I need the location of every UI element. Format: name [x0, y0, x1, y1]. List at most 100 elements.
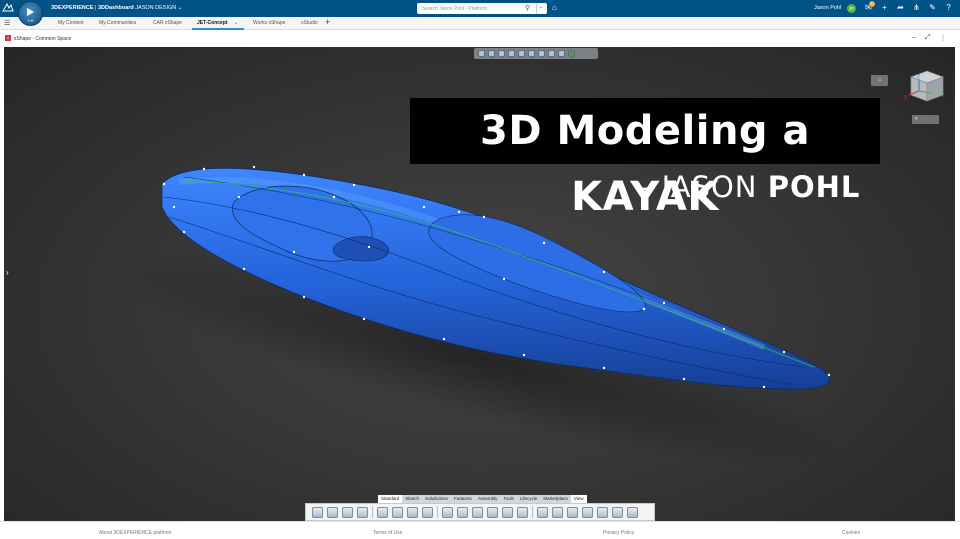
tab-car-xshape[interactable]: CAR xShape — [153, 20, 182, 26]
tools-icon[interactable]: ✎ — [928, 2, 937, 14]
save-icon[interactable] — [342, 506, 353, 518]
view-mode-icon[interactable] — [517, 506, 528, 518]
minimize-icon[interactable]: – — [912, 34, 916, 42]
display-icon[interactable] — [498, 50, 505, 57]
home-view-button[interactable]: ⌂ — [871, 75, 888, 86]
tab-assembly[interactable]: Assembly — [475, 495, 501, 503]
view-cube[interactable]: Z X Y — [904, 70, 945, 102]
compass-play-icon — [27, 8, 34, 16]
options-icon[interactable] — [558, 50, 565, 57]
camera-icon[interactable] — [548, 50, 555, 57]
present-icon[interactable] — [612, 506, 623, 518]
dashboard-name[interactable]: JASON DESIGN — [135, 5, 176, 11]
add-tab-button[interactable]: + — [325, 17, 330, 27]
cookies-link[interactable]: Cookies — [842, 530, 860, 536]
notifications-icon[interactable]: ✉ 34 — [864, 1, 876, 14]
share-icon[interactable]: ➦ — [896, 2, 905, 14]
more-options-icon[interactable]: ⋮ — [940, 34, 947, 42]
window-controls: – ⤢ ⋮ — [912, 34, 947, 42]
tab-standard[interactable]: Standard — [378, 495, 403, 503]
privacy-link[interactable]: Privacy Policy — [603, 530, 634, 536]
undo-history-icon[interactable] — [327, 506, 338, 518]
video-subtitle: - JASON POHL — [640, 170, 861, 204]
notification-badge: 34 — [869, 1, 876, 7]
redo-icon[interactable] — [422, 506, 433, 518]
tab-my-content[interactable]: My Content — [58, 20, 84, 26]
tab-jet-concept[interactable]: JET-Concept — [197, 20, 228, 26]
tab-features[interactable]: Features — [451, 495, 475, 503]
measure-icon[interactable] — [518, 50, 525, 57]
save-view-icon[interactable] — [568, 50, 575, 57]
add-icon[interactable]: + — [880, 2, 889, 14]
ambiance-icon[interactable] — [538, 50, 545, 57]
user-name[interactable]: Jason Pohl — [814, 5, 841, 11]
header-actions: ✉ 34 + ➦ ⋔ ✎ ? — [864, 1, 953, 14]
lighting-icon[interactable] — [528, 50, 535, 57]
toolbar-divider — [372, 506, 373, 518]
tab-marketplace[interactable]: Marketplace — [540, 495, 571, 503]
help-icon[interactable] — [442, 506, 453, 518]
compass-button[interactable]: V.R — [18, 1, 43, 26]
active-tab-indicator — [192, 28, 244, 30]
about-link[interactable]: About 3DEXPERIENCE platform — [99, 530, 172, 536]
dashboard-tab-bar: ☰ My Content My Communities CAR xShape J… — [0, 17, 960, 30]
search-scope-chevron-icon[interactable]: ⌄ — [539, 4, 543, 10]
ds-logo-icon[interactable] — [2, 2, 14, 14]
select-mode-icon[interactable] — [478, 50, 485, 57]
search-divider — [536, 3, 537, 14]
axis-y-label: Y — [941, 93, 945, 99]
capture-icon[interactable] — [567, 506, 578, 518]
network-icon[interactable]: ⋔ — [912, 2, 921, 14]
maximize-icon[interactable]: ⤢ — [925, 34, 931, 42]
help-icon[interactable]: ? — [944, 2, 953, 14]
action-bar-bottom — [305, 503, 655, 521]
search-icon[interactable]: ⚲ — [525, 4, 534, 13]
tab-my-communities[interactable]: My Communities — [99, 20, 136, 26]
hide-show-icon[interactable] — [537, 506, 548, 518]
widget-header: x xShape - Common Space – ⤢ ⋮ — [0, 31, 960, 47]
view-selector[interactable]: ▾ — [912, 115, 939, 124]
settings-icon[interactable] — [392, 506, 403, 518]
select-icon[interactable] — [312, 506, 323, 518]
axis-x-label: X — [904, 95, 908, 101]
axis-z-label: Z — [917, 74, 920, 80]
share-model-icon[interactable] — [357, 506, 368, 518]
top-bar: 3DEXPERIENCE | 3DDashboard JASON DESIGN … — [0, 0, 960, 17]
pan-icon[interactable] — [472, 506, 483, 518]
zoom-icon[interactable] — [457, 506, 468, 518]
chevron-down-icon[interactable]: ⌄ — [178, 5, 183, 11]
tab-view[interactable]: View — [570, 495, 587, 503]
image-icon[interactable] — [627, 506, 638, 518]
toolbar-divider — [437, 506, 438, 518]
copy-icon[interactable] — [377, 506, 388, 518]
zoom-area-icon[interactable] — [502, 506, 513, 518]
xshape-app-icon: x — [5, 35, 11, 41]
tab-subdivision[interactable]: Subdivision — [422, 495, 451, 503]
tag-icon[interactable]: ⌂ — [552, 3, 557, 12]
expand-panel-icon[interactable]: › — [6, 268, 9, 277]
footer: About 3DEXPERIENCE platform Terms of Use… — [0, 521, 960, 539]
compare-icon[interactable] — [582, 506, 593, 518]
tab-tools[interactable]: Tools — [500, 495, 517, 503]
render-mode-icon[interactable] — [488, 50, 495, 57]
terms-link[interactable]: Terms of Use — [373, 530, 402, 536]
tab-options-chevron-icon[interactable]: ⌄ — [234, 20, 238, 26]
widget-title: xShape - Common Space — [14, 36, 72, 42]
compass-version: V.R — [27, 18, 34, 23]
tab-xstudio[interactable]: xStudio — [301, 20, 318, 26]
tab-works-xshape[interactable]: Works xShape — [253, 20, 285, 26]
rotate-icon[interactable] — [487, 506, 498, 518]
tab-lifecycle[interactable]: Lifecycle — [517, 495, 541, 503]
action-bar-tabs: Standard Sketch Subdivision Features Ass… — [378, 495, 587, 503]
menu-icon[interactable]: ☰ — [4, 19, 10, 27]
section-icon[interactable] — [508, 50, 515, 57]
app-title[interactable]: 3DEXPERIENCE | 3DDashboard JASON DESIGN … — [51, 5, 182, 11]
appearance-icon[interactable] — [552, 506, 563, 518]
toolbar-divider — [532, 506, 533, 518]
tab-sketch[interactable]: Sketch — [402, 495, 422, 503]
action-bar-top — [474, 48, 598, 59]
undo-icon[interactable] — [407, 506, 418, 518]
screenshot-icon[interactable] — [597, 506, 608, 518]
avatar[interactable]: JP — [847, 4, 856, 13]
video-title: 3D Modeling a KAYAK — [410, 98, 880, 220]
